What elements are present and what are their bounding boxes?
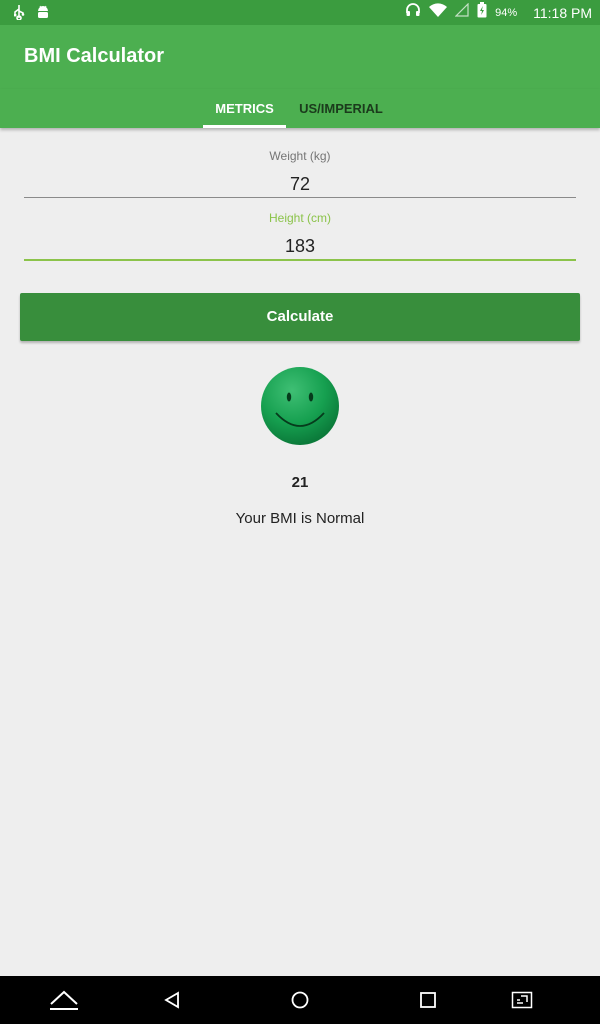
tab-metrics[interactable]: METRICS [203,89,286,128]
android-debug-icon [36,4,50,25]
tab-us-imperial-label: US/IMPERIAL [299,101,383,116]
height-label: Height (cm) [268,211,331,225]
usb-icon [12,4,26,25]
weight-input[interactable] [24,171,576,198]
status-bar: 94% 11:18 PM [0,0,600,25]
recents-icon[interactable] [403,976,453,1024]
tab-us-imperial[interactable]: US/IMPERIAL [292,89,390,128]
wifi-icon [429,3,448,22]
tab-metrics-label: METRICS [215,101,274,116]
app-bar: BMI Calculator [0,25,600,89]
height-input[interactable] [24,233,576,261]
keyboard-hide-icon[interactable] [39,976,89,1024]
headset-icon [405,2,421,23]
signal-icon [454,2,469,22]
navigation-bar [0,976,600,1024]
clock: 11:18 PM [533,4,592,21]
tab-selected-indicator [203,125,286,128]
battery-percentage: 94% [495,6,518,19]
home-icon[interactable] [275,976,325,1024]
weight-label: Weight (kg) [269,149,331,163]
calculate-button[interactable]: Calculate [20,293,580,341]
app-root: 94% 11:18 PM BMI Calculator METRICS US/I… [0,0,600,1024]
bmi-status-text: Your BMI is Normal [235,510,365,527]
tab-bar: METRICS US/IMPERIAL [0,89,600,128]
app-title: BMI Calculator [24,45,165,67]
screen-cast-icon[interactable] [497,976,547,1024]
smiley-face-icon [261,367,339,445]
bmi-value: 21 [291,474,309,491]
battery-icon [477,2,487,23]
back-icon[interactable] [147,976,197,1024]
